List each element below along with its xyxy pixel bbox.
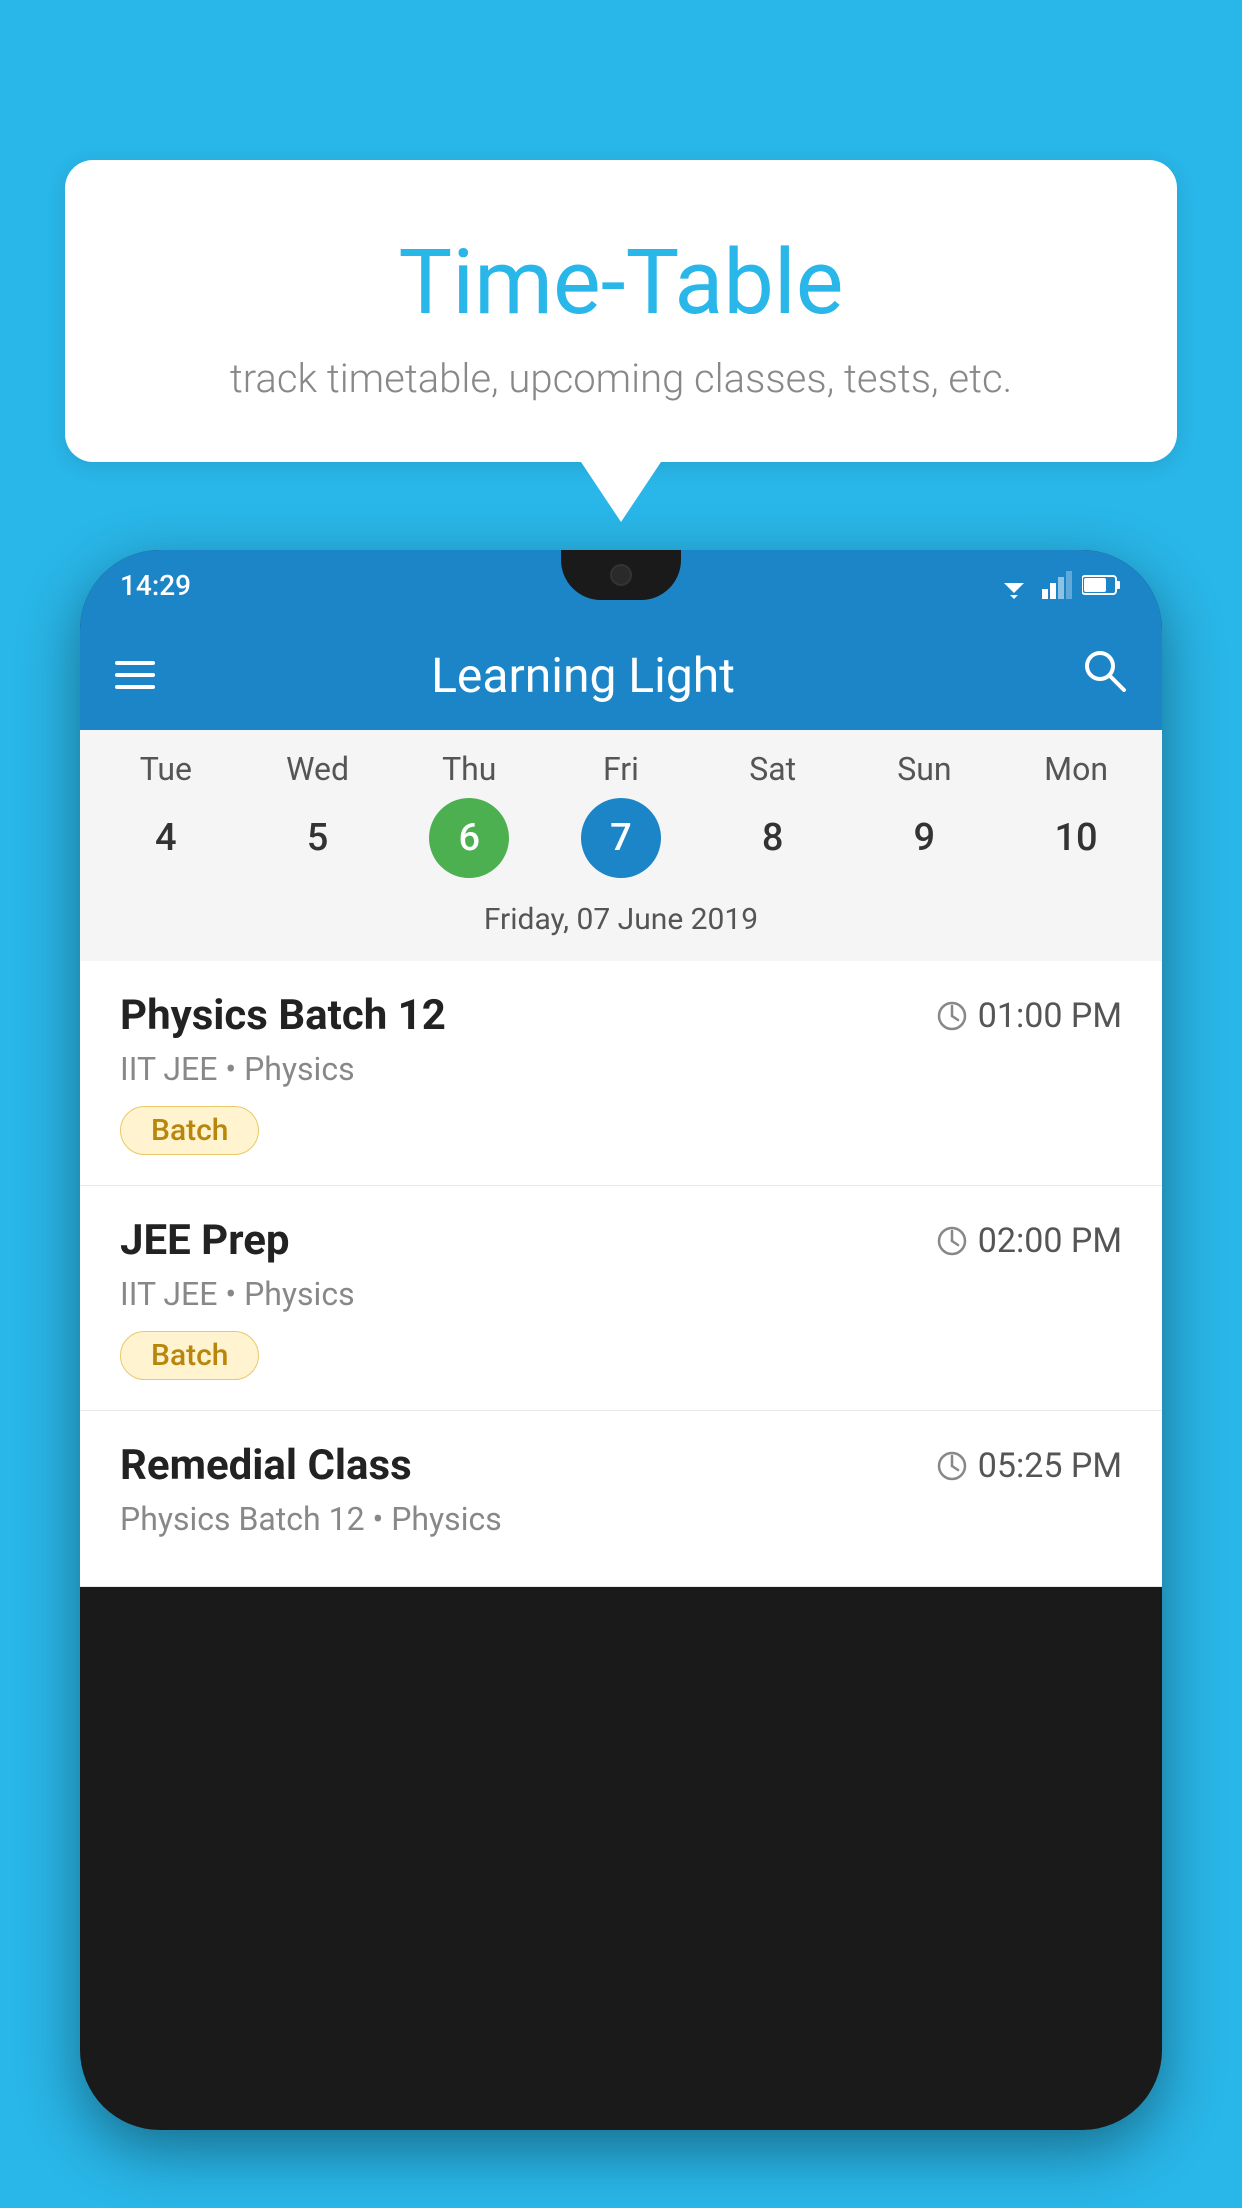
day-number[interactable]: 7: [581, 798, 661, 878]
day-number[interactable]: 8: [733, 798, 813, 878]
day-col-tue[interactable]: Tue 4: [96, 750, 236, 878]
schedule-item-meta: IIT JEE • Physics: [120, 1275, 1122, 1313]
calendar-strip: Tue 4 Wed 5 Thu 6 Fri 7 Sat 8 Sun 9 Mon 10 Friday, 07…: [80, 730, 1162, 961]
day-name: Sat: [749, 750, 796, 788]
batch-tag: Batch: [120, 1106, 259, 1155]
schedule-item-name: Remedial Class: [120, 1441, 412, 1490]
menu-button[interactable]: [115, 661, 155, 689]
day-col-mon[interactable]: Mon 10: [1006, 750, 1146, 878]
day-name: Thu: [442, 750, 496, 788]
phone-mockup: 14:29: [80, 550, 1162, 2208]
bubble-subtitle: track timetable, upcoming classes, tests…: [125, 355, 1117, 402]
schedule-item[interactable]: Remedial Class 05:25 PM Physics Batch 12 …: [80, 1411, 1162, 1587]
schedule-item-header: Remedial Class 05:25 PM: [120, 1441, 1122, 1490]
speech-bubble-section: Time-Table track timetable, upcoming cla…: [65, 160, 1177, 522]
schedule-list: Physics Batch 12 01:00 PM IIT JEE • Physi…: [80, 961, 1162, 1587]
app-bar: Learning Light: [80, 620, 1162, 730]
phone-frame: 14:29: [80, 550, 1162, 2130]
clock-icon: [936, 1450, 968, 1482]
day-number[interactable]: 6: [429, 798, 509, 878]
days-row: Tue 4 Wed 5 Thu 6 Fri 7 Sat 8 Sun 9 Mon 10: [90, 750, 1152, 878]
day-number[interactable]: 10: [1036, 798, 1116, 878]
speech-bubble: Time-Table track timetable, upcoming cla…: [65, 160, 1177, 462]
clock-icon: [936, 1225, 968, 1257]
schedule-item-time: 01:00 PM: [936, 996, 1122, 1036]
day-name: Sun: [897, 750, 951, 788]
day-col-sun[interactable]: Sun 9: [854, 750, 994, 878]
bubble-title: Time-Table: [125, 230, 1117, 335]
camera: [610, 564, 632, 586]
schedule-item-meta: IIT JEE • Physics: [120, 1050, 1122, 1088]
schedule-item-header: Physics Batch 12 01:00 PM: [120, 991, 1122, 1040]
schedule-item-time: 02:00 PM: [936, 1221, 1122, 1261]
schedule-item-header: JEE Prep 02:00 PM: [120, 1216, 1122, 1265]
schedule-item-name: JEE Prep: [120, 1216, 290, 1265]
day-number[interactable]: 5: [278, 798, 358, 878]
day-name: Tue: [140, 750, 192, 788]
day-number[interactable]: 9: [884, 798, 964, 878]
day-col-wed[interactable]: Wed 5: [248, 750, 388, 878]
schedule-item[interactable]: JEE Prep 02:00 PM IIT JEE • Physics Batch: [80, 1186, 1162, 1411]
day-name: Fri: [603, 750, 639, 788]
schedule-item-name: Physics Batch 12: [120, 991, 446, 1040]
day-number[interactable]: 4: [126, 798, 206, 878]
battery-icon: [1082, 574, 1122, 596]
app-title: Learning Light: [185, 647, 981, 704]
search-icon[interactable]: [1081, 647, 1127, 704]
clock-icon: [936, 1000, 968, 1032]
schedule-item[interactable]: Physics Batch 12 01:00 PM IIT JEE • Physi…: [80, 961, 1162, 1186]
status-time: 14:29: [120, 569, 191, 602]
notch: [561, 550, 681, 600]
batch-tag: Batch: [120, 1331, 259, 1380]
day-name: Wed: [286, 750, 349, 788]
day-name: Mon: [1044, 750, 1108, 788]
day-col-fri[interactable]: Fri 7: [551, 750, 691, 878]
wifi-icon: [996, 571, 1032, 599]
schedule-item-time: 05:25 PM: [936, 1446, 1122, 1486]
bubble-tail: [581, 462, 661, 522]
status-bar: 14:29: [80, 550, 1162, 620]
signal-icon: [1042, 571, 1072, 599]
schedule-item-meta: Physics Batch 12 • Physics: [120, 1500, 1122, 1538]
day-col-thu[interactable]: Thu 6: [399, 750, 539, 878]
day-col-sat[interactable]: Sat 8: [703, 750, 843, 878]
selected-date-label: Friday, 07 June 2019: [90, 888, 1152, 951]
status-icons: [996, 571, 1122, 599]
